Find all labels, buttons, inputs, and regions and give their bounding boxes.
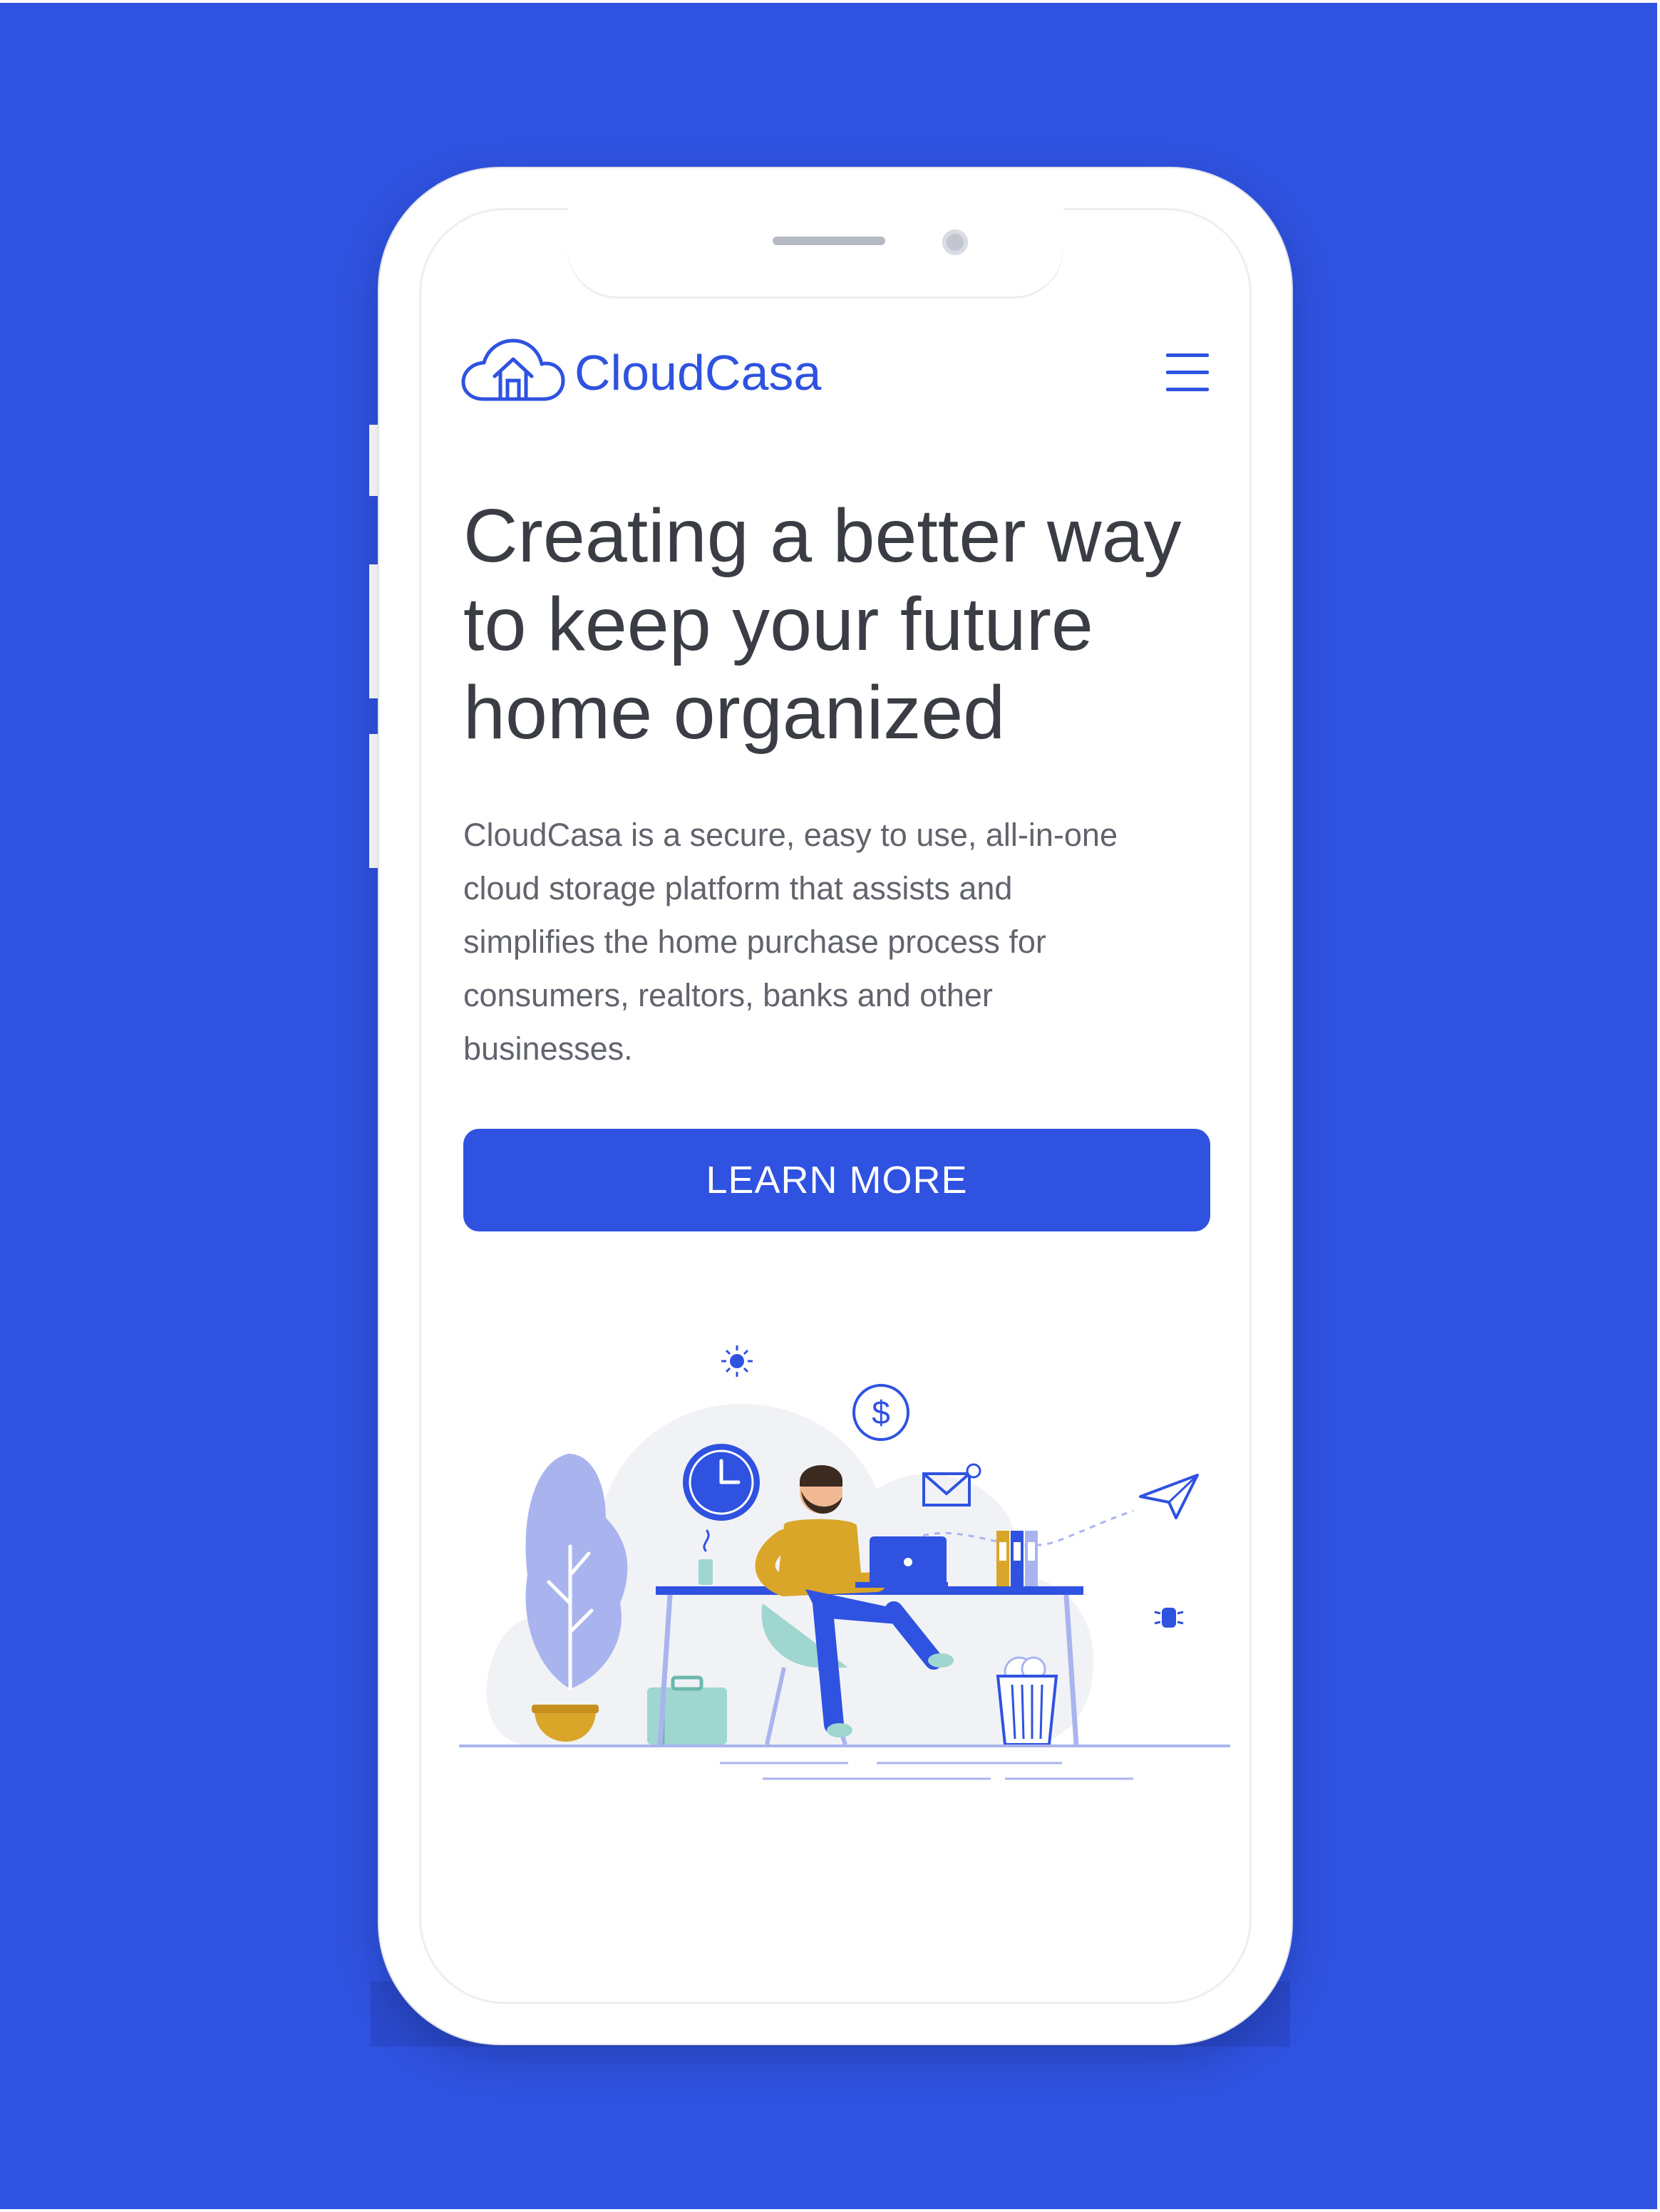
clock-icon [683, 1444, 760, 1521]
bug-icon [1154, 1608, 1184, 1628]
phone-speaker [773, 237, 885, 245]
description-line: consumers, realtors, banks and other [463, 977, 993, 1013]
svg-text:$: $ [872, 1394, 890, 1431]
hamburger-menu-icon-bar [1166, 371, 1209, 374]
person-working-at-desk-illustration: $ [459, 1345, 1230, 1780]
cloud-house-icon [461, 338, 565, 401]
hero-headline: Creating a better way to keep your futur… [463, 492, 1247, 757]
hamburger-menu-icon-bar [1166, 388, 1209, 391]
brand-name: CloudCasa [574, 345, 822, 400]
canvas-top-edge [0, 0, 1660, 3]
description-line: CloudCasa is a secure, easy to use, all-… [463, 817, 1118, 853]
phone-notch [567, 168, 1063, 296]
sun-icon [721, 1345, 753, 1377]
folders-icon [996, 1531, 1038, 1586]
hamburger-menu-button[interactable] [1166, 352, 1209, 393]
description-line: businesses. [463, 1030, 633, 1067]
floor-dashes [720, 1762, 1133, 1780]
learn-more-button[interactable]: LEARN MORE [463, 1129, 1210, 1231]
headline-line: home organized [463, 671, 1006, 755]
canvas-right-edge [1657, 0, 1660, 2212]
phone-camera [942, 229, 968, 255]
brand-logo[interactable]: CloudCasa [459, 334, 821, 412]
dollar-coin-icon: $ [852, 1384, 909, 1441]
headline-line: to keep your future [463, 582, 1093, 666]
headline-line: Creating a better way [463, 494, 1182, 578]
hero-description: CloudCasa is a secure, easy to use, all-… [463, 808, 1176, 1075]
description-line: cloud storage platform that assists and [463, 870, 1013, 906]
hamburger-menu-icon [1166, 353, 1209, 357]
canvas-bottom-edge [0, 2209, 1660, 2212]
paper-plane-icon [1139, 1474, 1199, 1519]
description-line: simplifies the home purchase process for [463, 924, 1046, 960]
